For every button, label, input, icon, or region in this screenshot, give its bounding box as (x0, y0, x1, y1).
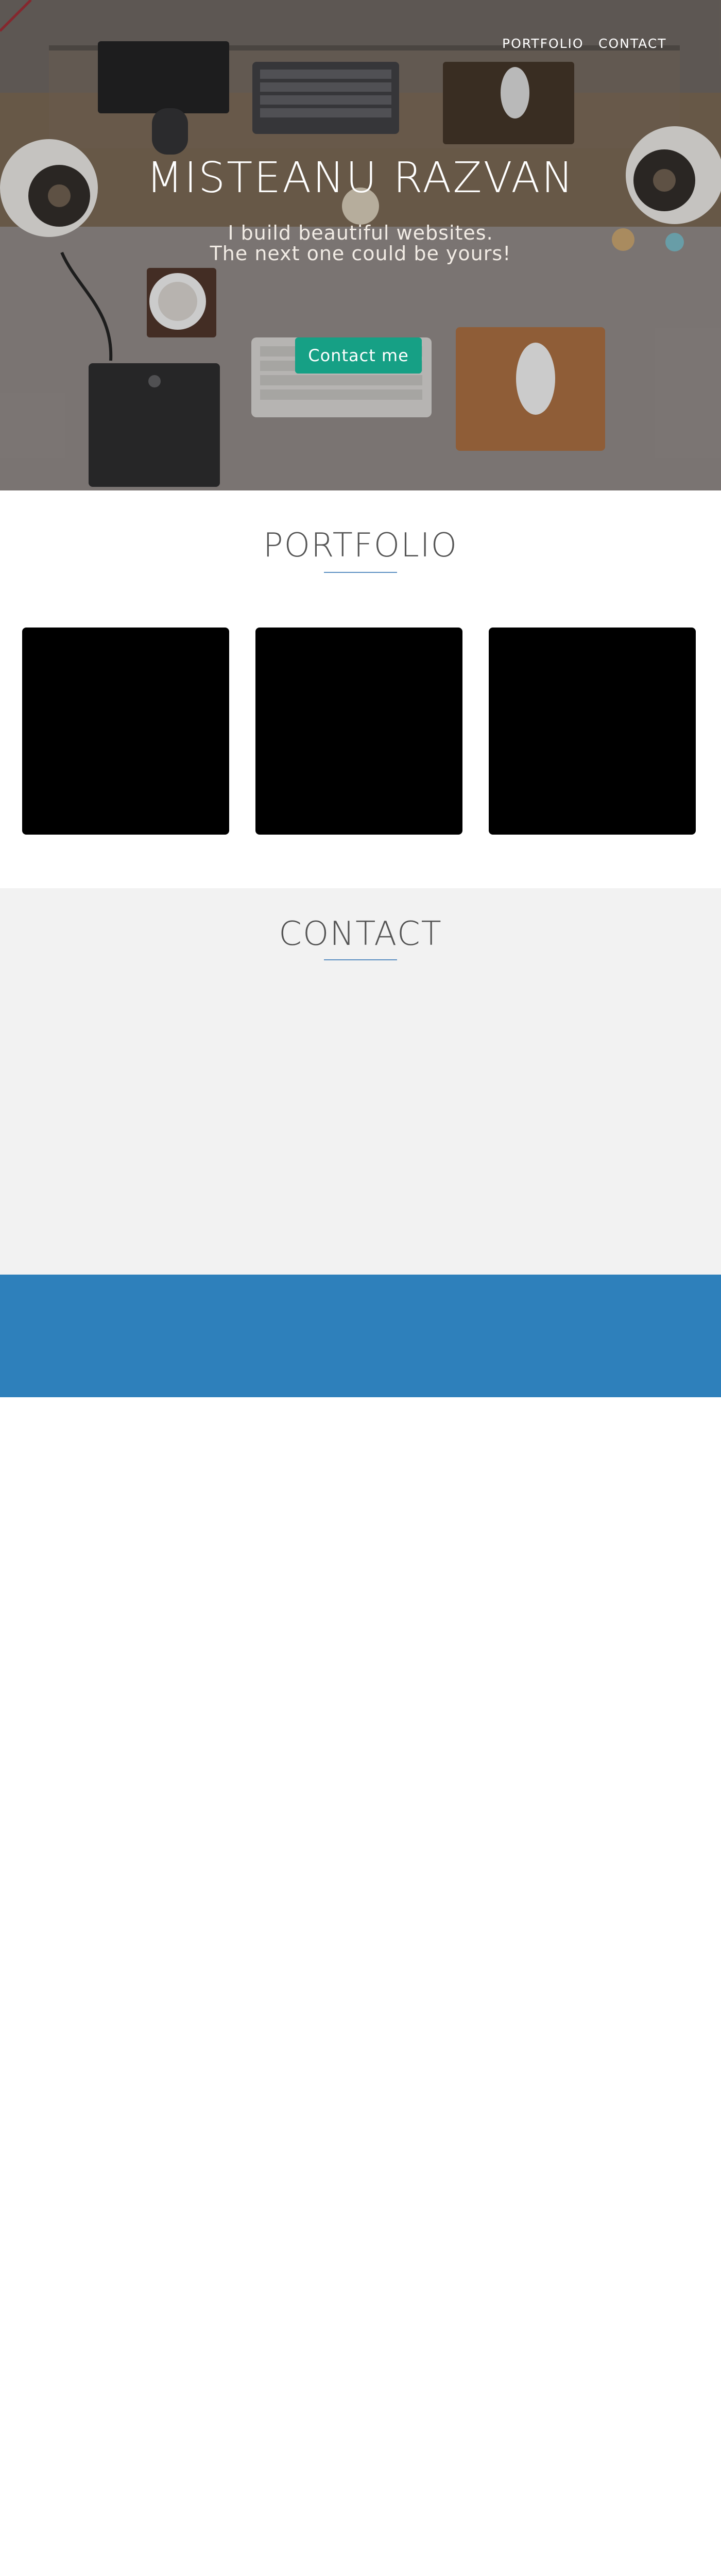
nav-link-portfolio[interactable]: PORTFOLIO (502, 36, 584, 51)
contact-me-button[interactable]: Contact me (295, 337, 422, 374)
footer (0, 1275, 721, 1397)
contact-title-underline (324, 959, 397, 960)
portfolio-title-underline (324, 572, 397, 573)
portfolio-card-2[interactable] (255, 628, 462, 835)
nav-link-contact[interactable]: CONTACT (598, 36, 667, 51)
hero-title: MISTEANU RAZVAN (146, 154, 575, 202)
contact-section: CONTACT (0, 888, 721, 1275)
hero-subtitle-line-1: I build beautiful websites. (228, 222, 493, 244)
portfolio-card-3[interactable] (489, 628, 696, 835)
portfolio-section: PORTFOLIO (0, 490, 721, 888)
contact-title: CONTACT (279, 915, 442, 953)
hero-section: PORTFOLIO CONTACT MISTEANU RAZVAN I buil… (0, 0, 721, 490)
portfolio-card-1[interactable] (22, 628, 229, 835)
portfolio-title: PORTFOLIO (263, 527, 458, 565)
top-nav: PORTFOLIO CONTACT (0, 0, 721, 88)
hero-subtitle-line-2: The next one could be yours! (210, 242, 511, 265)
